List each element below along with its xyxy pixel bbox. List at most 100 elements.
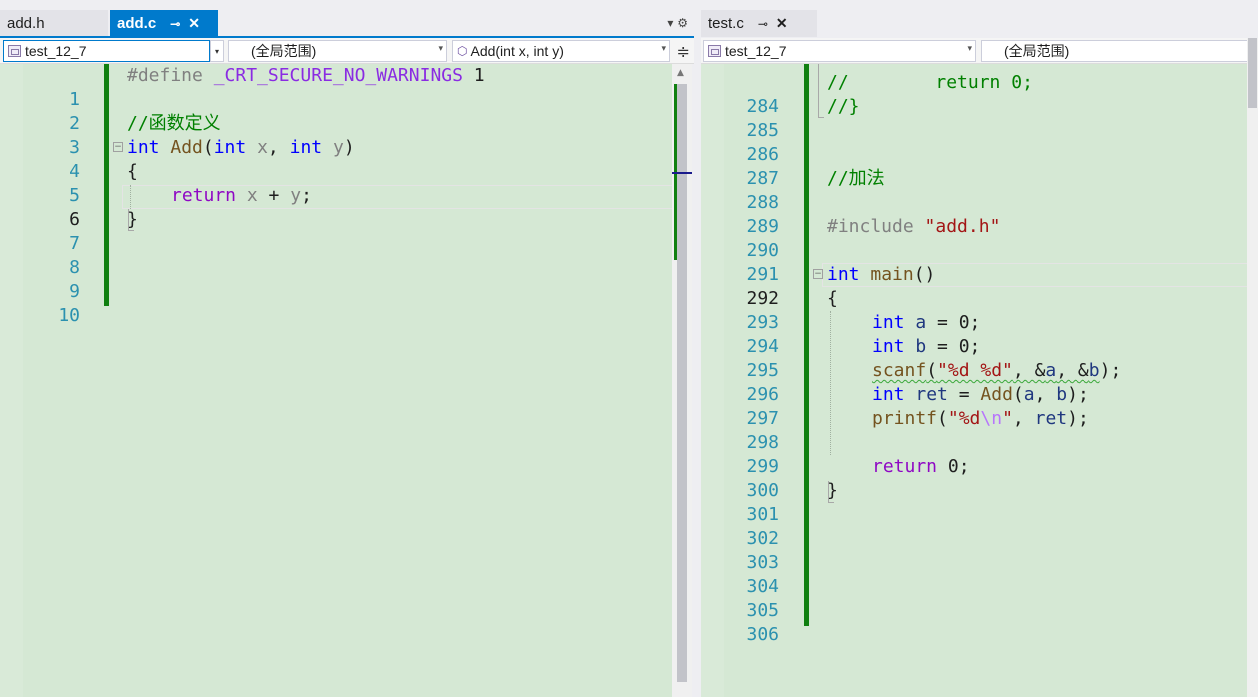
code-line: 299 bbox=[701, 431, 1247, 477]
parameter: y bbox=[332, 137, 344, 158]
close-icon[interactable]: ✕ bbox=[188, 15, 200, 32]
code-line: 305 bbox=[701, 575, 1247, 621]
vertical-scrollbar[interactable]: ▲ bbox=[672, 64, 692, 697]
variable: b bbox=[1088, 360, 1100, 381]
warning-squiggle[interactable]: scanf("%d %d", &a, &b bbox=[872, 360, 1100, 381]
keyword: int bbox=[872, 312, 905, 333]
line-code: printf("%d\n", ret); bbox=[872, 407, 1089, 431]
line-code: int a = 0; bbox=[872, 311, 980, 335]
code-lines: 1 #define _CRT_SECURE_NO_WARNINGS 1 2 3 … bbox=[0, 64, 674, 326]
variable: a bbox=[1045, 360, 1057, 381]
line-code: return x + y; bbox=[171, 184, 312, 208]
close-icon[interactable]: ✕ bbox=[776, 15, 788, 32]
keyword: int bbox=[827, 264, 860, 285]
scrollbar-thumb[interactable] bbox=[1248, 38, 1257, 108]
paren: ); bbox=[1067, 384, 1089, 405]
tab-strip-tools[interactable]: ▾ ⚙ bbox=[667, 16, 688, 30]
code-line: 1 #define _CRT_SECURE_NO_WARNINGS 1 bbox=[0, 64, 674, 110]
return-value: 0; bbox=[937, 456, 970, 477]
line-number: 306 bbox=[746, 624, 779, 645]
line-code: #include "add.h" bbox=[827, 215, 1000, 239]
code-line: 293 { bbox=[701, 287, 1247, 333]
pin-icon[interactable]: ⊸ bbox=[170, 17, 180, 31]
assignment: = 0; bbox=[926, 312, 981, 333]
code-line: 304 bbox=[701, 551, 1247, 597]
code-line: 291 bbox=[701, 239, 1247, 285]
code-line: 300 return 0; bbox=[701, 455, 1247, 501]
split-editor-icon[interactable]: ≑ bbox=[677, 42, 690, 61]
code-line: 302 bbox=[701, 503, 1247, 549]
code-line: 288 //加法 bbox=[701, 167, 1247, 213]
project-dropdown[interactable]: test_12_7 ▾ bbox=[703, 40, 976, 62]
variable: ret bbox=[1034, 408, 1068, 429]
line-code: int b = 0; bbox=[872, 335, 980, 359]
paren: ( bbox=[926, 360, 938, 381]
code-line: 303 bbox=[701, 527, 1247, 573]
code-editor-right[interactable]: 284 // return 0; 285 //} 286 287 288 //加… bbox=[701, 64, 1247, 697]
code-line: 2 bbox=[0, 88, 674, 134]
function-name: Add bbox=[170, 137, 203, 158]
escape-sequence: \n bbox=[980, 408, 1003, 429]
brace: { bbox=[127, 161, 138, 182]
code-line: 294 int a = 0; bbox=[701, 311, 1247, 357]
tab-test-c[interactable]: test.c ⊸ ✕ bbox=[701, 10, 817, 37]
tab-add-c[interactable]: add.c ⊸ ✕ bbox=[110, 10, 218, 37]
member-dropdown[interactable]: ⬡ Add(int x, int y) ▾ bbox=[452, 40, 670, 62]
variable: ret bbox=[915, 384, 948, 405]
punctuation: ; bbox=[301, 185, 312, 206]
code-line: 5 { bbox=[0, 160, 674, 206]
keyword: int bbox=[127, 137, 160, 158]
code-line: 6 return x + y; bbox=[0, 184, 674, 230]
string-literal: "%d bbox=[947, 408, 981, 429]
code-line: 289 bbox=[701, 191, 1247, 237]
code-line: 3 //函数定义 bbox=[0, 112, 674, 158]
line-code: int Add(int x, int y) bbox=[127, 136, 355, 160]
project-dropdown-arrow[interactable]: ▾ bbox=[210, 40, 224, 62]
scroll-up-icon[interactable]: ▲ bbox=[677, 68, 684, 78]
pin-icon[interactable]: ⊸ bbox=[758, 17, 768, 31]
code-line: 292 − int main() bbox=[701, 263, 1247, 309]
project-dropdown[interactable]: test_12_7 bbox=[3, 40, 210, 62]
line-code: scanf("%d %d", &a, &b); bbox=[872, 359, 1121, 383]
paren: ); bbox=[1067, 408, 1089, 429]
paren: ) bbox=[343, 137, 355, 158]
paren: ); bbox=[1099, 360, 1122, 381]
member-name: Add(int x, int y) bbox=[470, 43, 564, 59]
function-name: Add bbox=[980, 384, 1013, 405]
vertical-scrollbar[interactable] bbox=[1247, 38, 1258, 697]
code-line: 4 − int Add(int x, int y) bbox=[0, 136, 674, 182]
macro-value: 1 bbox=[473, 65, 485, 86]
code-line: 9 bbox=[0, 256, 674, 302]
code-line: 8 bbox=[0, 232, 674, 278]
line-code: return 0; bbox=[872, 455, 970, 479]
chevron-down-icon: ▾ bbox=[967, 44, 972, 54]
operator: = bbox=[947, 384, 981, 405]
keyword: int bbox=[289, 137, 323, 158]
punctuation: , bbox=[267, 137, 290, 158]
scope-dropdown[interactable]: (全局范围) bbox=[981, 40, 1258, 62]
scope-dropdown[interactable]: (全局范围) ▾ bbox=[228, 40, 447, 62]
tab-label: add.h bbox=[7, 15, 45, 32]
assignment: = 0; bbox=[926, 336, 981, 357]
parameter: x bbox=[257, 137, 268, 158]
string-literal: " bbox=[1002, 408, 1013, 429]
pane-splitter[interactable] bbox=[694, 0, 701, 697]
tab-add-h[interactable]: add.h bbox=[0, 10, 108, 37]
collapse-icon[interactable]: − bbox=[813, 269, 823, 279]
navigation-bar: test_12_7 ▾ (全局范围) ▾ ⬡ Add(int x, int y)… bbox=[0, 38, 694, 64]
right-editor-pane: test.c ⊸ ✕ test_12_7 ▾ (全局范围) 284 // ret… bbox=[701, 0, 1258, 697]
line-code: int ret = Add(a, b); bbox=[872, 383, 1089, 407]
code-editor-left[interactable]: 1 #define _CRT_SECURE_NO_WARNINGS 1 2 3 … bbox=[0, 64, 674, 697]
keyword: int bbox=[213, 137, 247, 158]
function-name: scanf bbox=[872, 360, 927, 381]
keyword: int bbox=[872, 336, 905, 357]
string-literal: "%d %d" bbox=[937, 360, 1013, 381]
code-line: 287 bbox=[701, 143, 1247, 189]
preprocessor-directive: #define bbox=[127, 65, 203, 86]
brace: } bbox=[127, 209, 138, 230]
preprocessor-directive: #include bbox=[827, 216, 914, 237]
line-number: 10 bbox=[58, 305, 80, 326]
collapse-icon[interactable]: − bbox=[113, 142, 123, 152]
brace: } bbox=[827, 480, 838, 501]
keyword-return: return bbox=[171, 185, 237, 206]
